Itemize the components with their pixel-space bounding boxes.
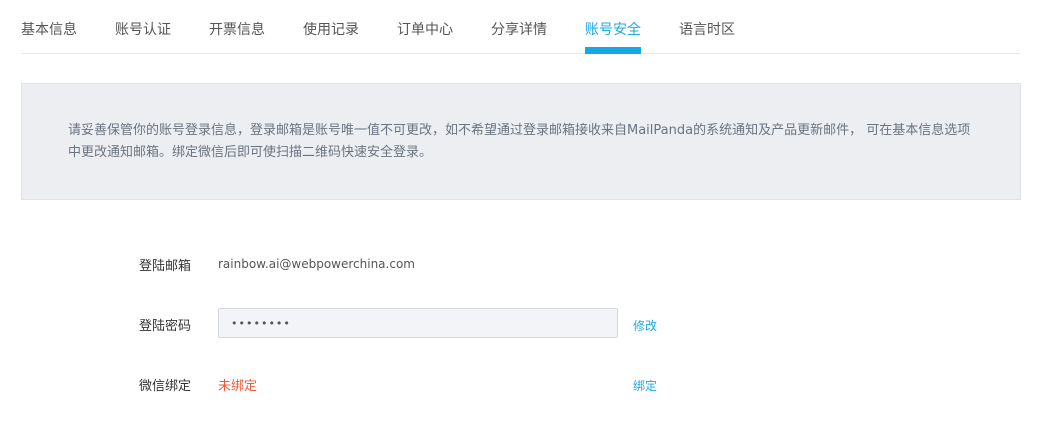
login-password-label: 登陆密码	[139, 319, 192, 334]
tab-language-timezone[interactable]: 语言时区	[679, 0, 735, 54]
tab-share-details[interactable]: 分享详情	[491, 0, 547, 54]
account-security-page: 基本信息 账号认证 开票信息 使用记录 订单中心 分享详情 账号安全 语言时区 …	[0, 0, 1059, 432]
bind-wechat-link[interactable]: 绑定	[633, 377, 657, 394]
tab-usage-records[interactable]: 使用记录	[303, 0, 359, 54]
tab-account-verification[interactable]: 账号认证	[115, 0, 171, 54]
login-email-label: 登陆邮箱	[139, 259, 192, 274]
wechat-status: 未绑定	[218, 379, 258, 394]
settings-tab-bar: 基本信息 账号认证 开票信息 使用记录 订单中心 分享详情 账号安全 语言时区	[21, 0, 1020, 54]
change-password-link[interactable]: 修改	[633, 317, 657, 334]
tab-order-center[interactable]: 订单中心	[397, 0, 453, 54]
tab-basic-info[interactable]: 基本信息	[21, 0, 77, 54]
security-notice-text: 请妥善保管你的账号登录信息，登录邮箱是账号唯一值不可更改，如不希望通过登录邮箱接…	[68, 123, 971, 160]
password-field[interactable]	[218, 308, 618, 338]
wechat-binding-label: 微信绑定	[139, 379, 192, 394]
security-notice-box: 请妥善保管你的账号登录信息，登录邮箱是账号唯一值不可更改，如不希望通过登录邮箱接…	[21, 83, 1021, 200]
tab-invoice-info[interactable]: 开票信息	[209, 0, 265, 54]
tab-account-security[interactable]: 账号安全	[585, 0, 641, 54]
login-email-value: rainbow.ai@webpowerchina.com	[218, 257, 415, 271]
